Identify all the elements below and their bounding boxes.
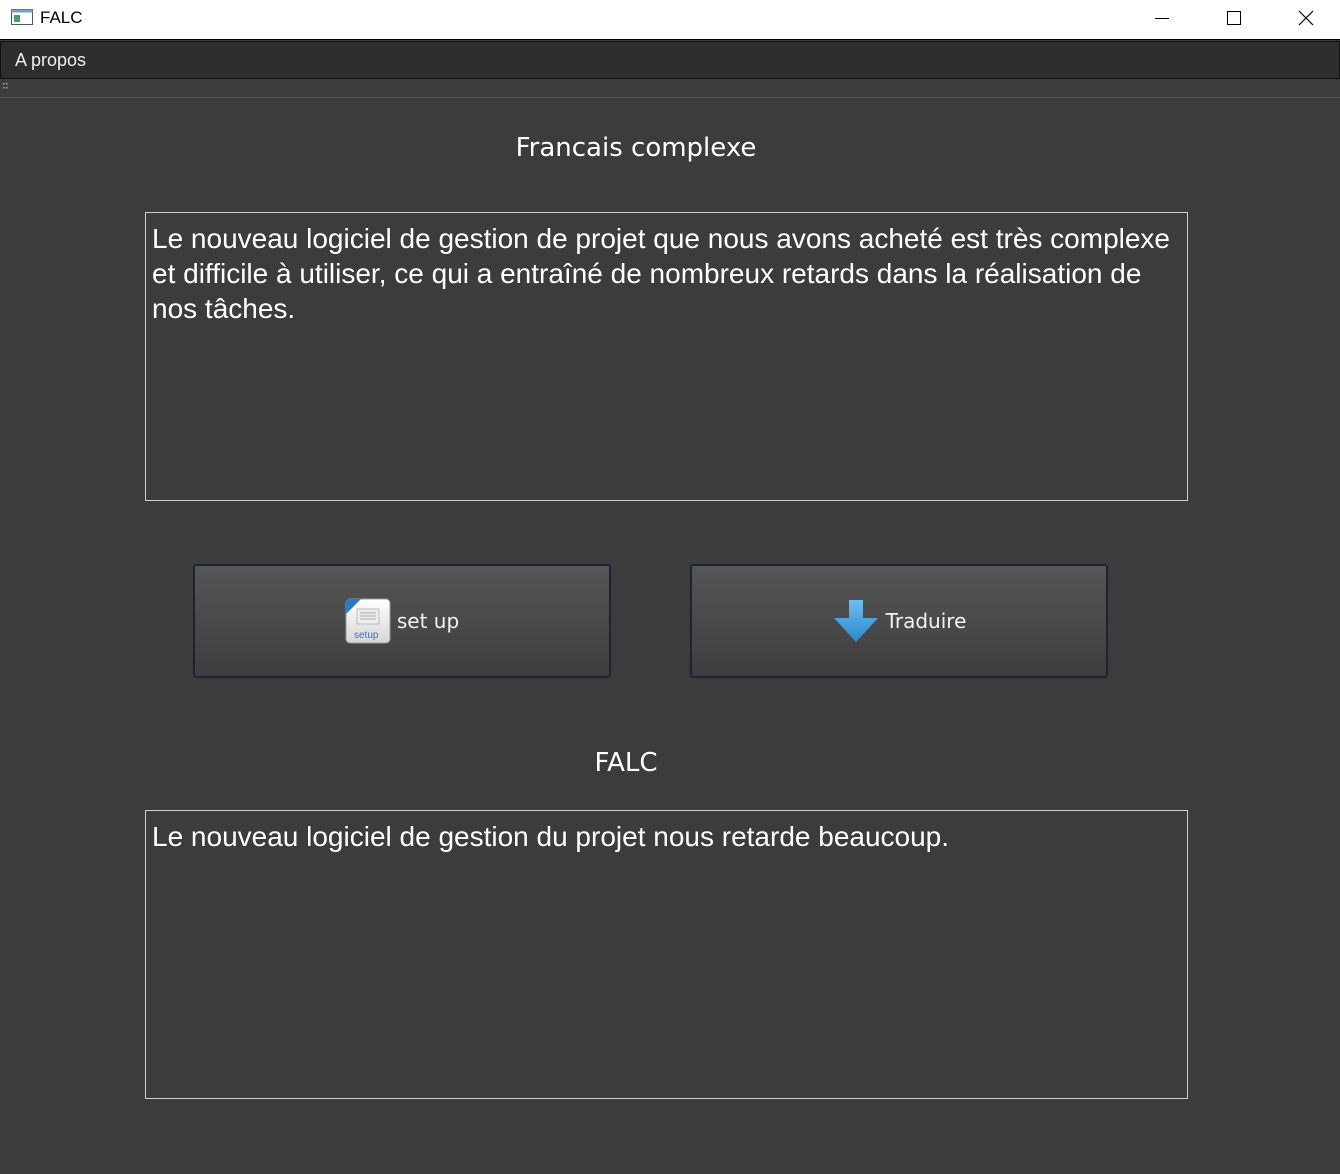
setup-button-label: set up [396, 609, 460, 633]
minimize-button[interactable] [1126, 0, 1198, 36]
app-window-icon [11, 9, 33, 25]
maximize-icon [1227, 11, 1241, 25]
menu-item-a-propos[interactable]: A propos [15, 50, 86, 71]
svg-text:setup: setup [354, 630, 379, 641]
minimize-icon [1155, 18, 1169, 19]
translate-button-label: Traduire [885, 609, 967, 633]
output-label: FALC [594, 748, 658, 778]
close-button[interactable] [1270, 0, 1340, 36]
output-text-area[interactable]: Le nouveau logiciel de gestion du projet… [145, 810, 1188, 1099]
setup-button[interactable]: setup set up [193, 564, 611, 678]
source-label: Francais complexe [515, 133, 757, 163]
maximize-button[interactable] [1198, 0, 1270, 36]
setup-icon: setup [345, 598, 391, 644]
toolbar-grip-icon[interactable] [3, 82, 9, 92]
menu-bar: A propos [0, 41, 1340, 79]
translate-button[interactable]: Traduire [690, 564, 1108, 678]
arrow-down-icon [833, 600, 878, 642]
title-bar: FALC [0, 0, 1340, 40]
window-title: FALC [40, 8, 83, 27]
close-icon [1298, 10, 1314, 26]
toolbar-strip [0, 79, 1340, 98]
source-text-input[interactable]: Le nouveau logiciel de gestion de projet… [145, 212, 1188, 501]
